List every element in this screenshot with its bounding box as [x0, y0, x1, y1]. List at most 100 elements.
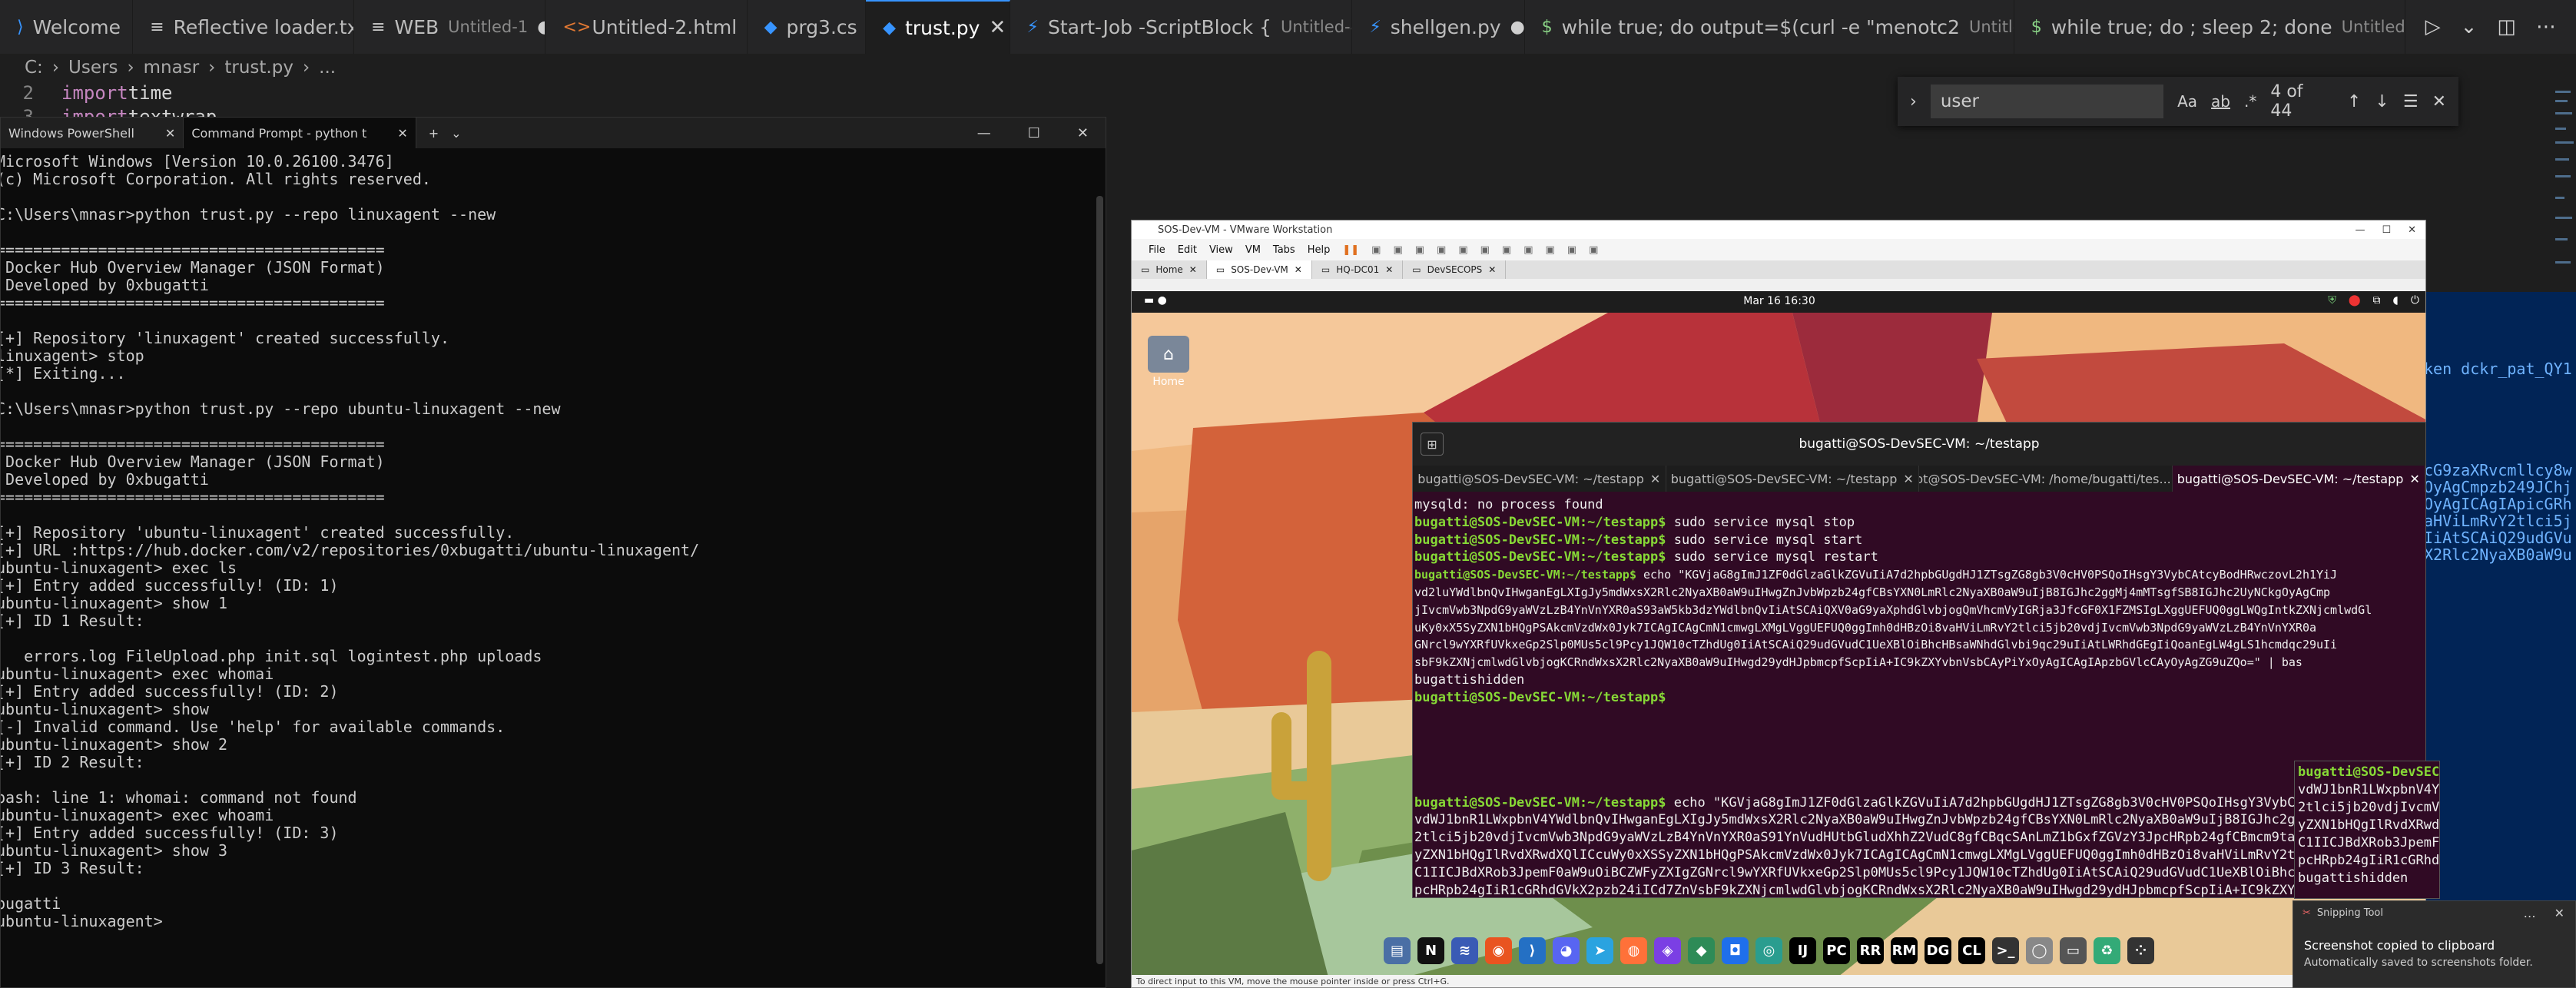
apps-grid-icon[interactable]: ⁘ — [2127, 937, 2154, 964]
close-icon[interactable]: ✕ — [989, 16, 1006, 39]
whole-word-toggle[interactable]: ab — [2211, 92, 2230, 111]
close-icon[interactable]: ✕ — [1903, 472, 1913, 486]
breadcrumb-item[interactable]: ... — [319, 58, 336, 78]
network-icon[interactable]: ⧉ — [2373, 294, 2381, 307]
terminal-tab[interactable]: bugatti@SOS-DevSEC-VM: ~/testapp ✕ — [1413, 466, 1666, 492]
notion-icon[interactable]: N — [1417, 937, 1444, 964]
editor-tab[interactable]: ⟩ Welcome — [0, 0, 134, 54]
clion-icon[interactable]: CL — [1958, 937, 1985, 964]
terminal-output[interactable]: mysqld: no process found bugatti@SOS-DevS… — [1413, 496, 2425, 897]
unity-icon[interactable]: ▣ — [1546, 244, 1555, 256]
close-icon[interactable]: ✕ — [1385, 264, 1393, 275]
new-tab-icon[interactable]: ⊞ — [1421, 433, 1444, 456]
windows-terminal-window[interactable]: Windows PowerShell ✕ Command Prompt - py… — [0, 117, 1106, 988]
chevron-down-icon[interactable]: ⌄ — [2461, 15, 2478, 38]
discord-icon[interactable]: ◕ — [1553, 937, 1580, 964]
menu-item[interactable]: Tabs — [1273, 244, 1295, 256]
breadcrumb-item[interactable]: C: — [25, 58, 43, 78]
maximize-icon[interactable]: ☐ — [1028, 125, 1040, 141]
disc-icon[interactable]: ◯ — [2026, 937, 2053, 964]
trash-icon[interactable]: ♻ — [2094, 937, 2120, 964]
menu-item[interactable]: Help — [1308, 244, 1331, 256]
pycharm-icon[interactable]: PC — [1823, 937, 1850, 964]
editor-tab[interactable]: <>Untitled-2.html● — [545, 0, 748, 54]
menu-item[interactable]: Edit — [1178, 244, 1197, 256]
menu-item[interactable]: VM — [1245, 244, 1261, 256]
match-case-toggle[interactable]: Aa — [2177, 92, 2197, 111]
drive-icon[interactable]: ▭ — [2060, 937, 2087, 964]
firefox-icon[interactable]: ◍ — [1620, 937, 1647, 964]
close-icon[interactable]: ✕ — [2409, 472, 2419, 486]
tab-windows-powershell[interactable]: Windows PowerShell ✕ — [1, 118, 184, 148]
new-tab-icon[interactable]: + — [416, 126, 451, 141]
more-actions-icon[interactable]: ⋯ — [2536, 15, 2556, 38]
vscode-icon[interactable]: ⟩ — [1519, 937, 1546, 964]
terminal-icon[interactable]: ▣ — [1567, 244, 1576, 256]
close-icon[interactable]: ✕ — [397, 126, 407, 141]
scrollbar[interactable] — [1093, 150, 1106, 987]
minimize-icon[interactable]: — — [977, 125, 991, 141]
close-icon[interactable]: ✕ — [1488, 264, 1496, 275]
close-icon[interactable]: ✕ — [1077, 125, 1089, 141]
vm-tab[interactable]: ▭ SOS-Dev-VM ✕ — [1206, 260, 1312, 279]
terminal-icon[interactable]: >_ — [1992, 937, 2019, 964]
chevron-down-icon[interactable]: ▣ — [1371, 244, 1381, 256]
vm-tab[interactable]: ▭ DevSECOPS ✕ — [1403, 260, 1507, 279]
record-icon[interactable]: ⬤ — [2349, 294, 2361, 307]
settings-icon[interactable]: ▣ — [1589, 244, 1598, 256]
home-folder-shortcut[interactable]: ⌂ Home — [1145, 336, 1192, 388]
editor-tab[interactable]: ◆ prg3.cs — [748, 0, 867, 54]
regex-toggle[interactable]: .* — [2244, 92, 2256, 111]
postman-icon[interactable]: ◉ — [1485, 937, 1512, 964]
chevron-down-icon[interactable]: ⌄ — [451, 126, 461, 141]
close-icon[interactable]: ✕ — [2408, 224, 2416, 236]
power-icon[interactable]: ⏻ — [2411, 294, 2419, 307]
arrow-up-icon[interactable]: ↑ — [2347, 92, 2361, 111]
snipping-tool-notification[interactable]: ✂ Snipping Tool … ✕ Screenshot copied to… — [2293, 900, 2576, 988]
shield-icon[interactable]: ⛨ — [2328, 294, 2336, 307]
close-icon[interactable]: ✕ — [2432, 92, 2446, 111]
arrow-down-icon[interactable]: ↓ — [2375, 92, 2389, 111]
editor-tab[interactable]: ≡ WEB Untitled-1 ● — [354, 0, 546, 54]
menu-item[interactable]: File — [1149, 244, 1165, 256]
app-icon[interactable]: ◎ — [1755, 937, 1782, 964]
more-icon[interactable]: … — [2524, 906, 2536, 920]
close-icon[interactable]: ✕ — [1650, 472, 1660, 486]
tab-command-prompt[interactable]: Command Prompt - python t ✕ — [184, 118, 416, 148]
snapshot-icon[interactable]: ▣ — [1415, 244, 1424, 256]
split-editor-icon[interactable]: ◫ — [2497, 15, 2516, 38]
telegram-icon[interactable]: ➤ — [1586, 937, 1613, 964]
terminal-output[interactable]: Microsoft Windows [Version 10.0.26100.34… — [1, 150, 1095, 987]
run-icon[interactable]: ▷ — [2425, 15, 2441, 38]
editor-tab[interactable]: ◆ trust.py ✕ — [866, 0, 1010, 54]
vm-tab[interactable]: ▭ HQ-DC01 ✕ — [1312, 260, 1404, 279]
pause-icon[interactable]: ❚❚ — [1342, 244, 1359, 256]
send-keys-icon[interactable]: ▣ — [1393, 244, 1402, 256]
volume-icon[interactable]: ◖ — [2393, 294, 2399, 307]
terminal-tab[interactable]: root@SOS-DevSEC-VM: /home/bugatti/tes...… — [1919, 466, 2173, 492]
intellij-icon[interactable]: IJ — [1789, 937, 1816, 964]
close-icon[interactable]: ✕ — [165, 126, 175, 141]
editor-tab[interactable]: ≡ Reflective loader.txt — [133, 0, 355, 54]
clock[interactable]: Mar 16 16:30 — [1132, 295, 2425, 307]
secondary-terminal-window[interactable]: bugatti@SOS-DevSEC-VM:~/testapp$ vdWJ1bn… — [2294, 761, 2440, 899]
gnome-terminal-window[interactable]: ⊞ bugatti@SOS-DevSEC-VM: ~/testapp bugat… — [1412, 422, 2426, 898]
vm-tab[interactable]: ▭ Home ✕ — [1132, 260, 1207, 279]
terminal-tab[interactable]: bugatti@SOS-DevSEC-VM: ~/testapp ✕ — [1666, 466, 1919, 492]
console-view-icon[interactable]: ▣ — [1502, 244, 1511, 256]
app-icon[interactable]: ◘ — [1722, 937, 1749, 964]
rider-icon[interactable]: RR — [1857, 937, 1884, 964]
chevron-right-icon[interactable]: › — [1910, 92, 1917, 111]
files-icon[interactable]: ▤ — [1384, 937, 1411, 964]
datagrip-icon[interactable]: DG — [1925, 937, 1951, 964]
dbeaver-icon[interactable]: ◆ — [1688, 937, 1715, 964]
close-icon[interactable]: ✕ — [2554, 906, 2564, 920]
rubymine-icon[interactable]: RM — [1891, 937, 1918, 964]
editor-tab[interactable]: $ while true; do output=$(curl -e "menotc… — [1525, 0, 2014, 54]
maximize-icon[interactable]: ☐ — [2382, 224, 2391, 236]
close-icon[interactable]: ✕ — [1189, 264, 1197, 275]
editor-tab[interactable]: $ while true; do ; sleep 2; done Untitled-… — [2014, 0, 2405, 54]
editor-tab[interactable]: ⚡ shellgen.py ● — [1352, 0, 1525, 54]
snapshot-manager-icon[interactable]: ▣ — [1458, 244, 1467, 256]
breadcrumb-item[interactable]: trust.py — [224, 58, 293, 78]
